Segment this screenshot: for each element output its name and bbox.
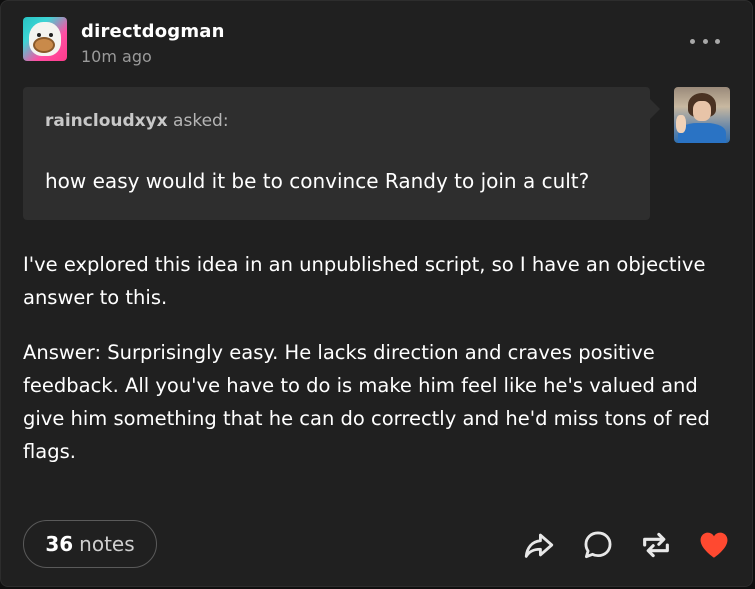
asker-avatar-hand	[676, 115, 686, 133]
asker-avatar-face	[693, 101, 711, 121]
more-dot	[715, 38, 720, 44]
asker-name[interactable]: raincloudxyx	[45, 111, 168, 131]
ask-box: raincloudxyx asked: how easy would it be…	[23, 87, 660, 220]
dog-mouth-shape	[33, 37, 55, 53]
notes-button[interactable]: 36 notes	[23, 520, 157, 568]
more-dot	[702, 38, 708, 44]
post-timestamp[interactable]: 10m ago	[81, 47, 152, 66]
post-header: directdogman 10m ago	[23, 17, 730, 66]
share-button[interactable]	[522, 528, 556, 562]
reply-button[interactable]	[581, 528, 615, 562]
dog-eye-right	[49, 33, 53, 37]
blog-username[interactable]: directdogman	[81, 21, 225, 42]
notes-label: notes	[79, 532, 135, 556]
blog-avatar[interactable]	[23, 17, 67, 61]
heart-icon	[700, 532, 728, 558]
asker-avatar[interactable]	[674, 87, 730, 143]
notes-count: 36	[45, 532, 74, 556]
more-options-button[interactable]	[690, 31, 720, 51]
ask-question: how easy would it be to convince Randy t…	[45, 169, 590, 193]
answer-paragraph: I've explored this idea in an unpublishe…	[23, 253, 706, 309]
reblog-icon	[643, 532, 669, 558]
reply-bubble-icon	[584, 531, 612, 559]
post-card: directdogman 10m ago raincloudxyx asked:…	[0, 0, 753, 587]
like-button[interactable]	[697, 528, 731, 562]
share-arrow-icon	[524, 533, 554, 558]
asker-line: raincloudxyx asked:	[45, 111, 229, 131]
more-dot	[690, 38, 695, 44]
answer-paragraph: Answer: Surprisingly easy. He lacks dire…	[23, 341, 710, 463]
asked-label: asked:	[167, 111, 229, 131]
reblog-button[interactable]	[639, 528, 673, 562]
